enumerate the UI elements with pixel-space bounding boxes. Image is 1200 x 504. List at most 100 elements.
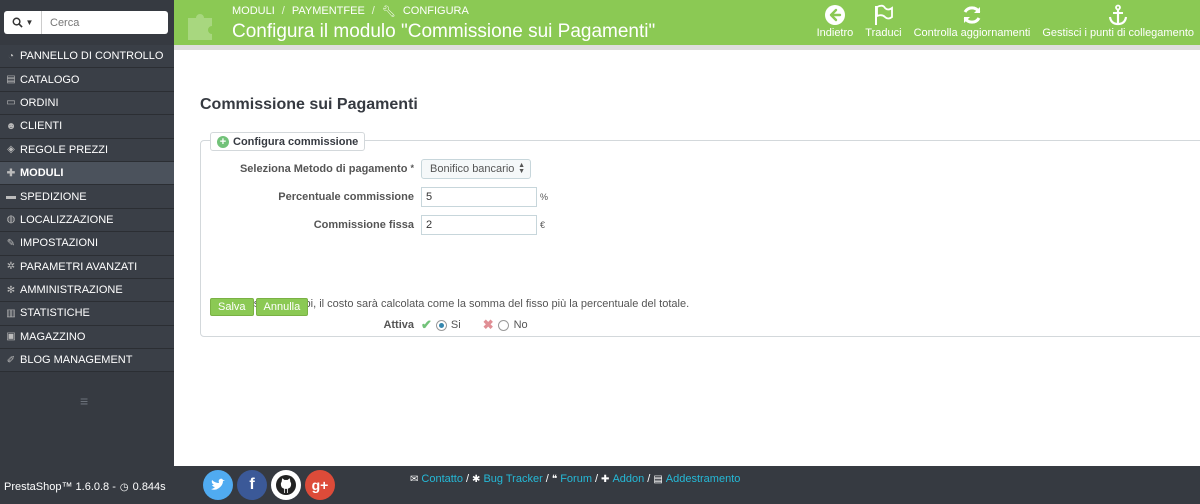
percent-fee-label: Percentuale commissione: [278, 191, 414, 203]
check-updates-button[interactable]: Controlla aggiornamenti: [908, 0, 1037, 45]
sidebar-item-label: SPEDIZIONE: [20, 190, 87, 203]
sidebar-item-parametri-avanzati[interactable]: ✲ PARAMETRI AVANZATI: [0, 255, 174, 279]
translate-button[interactable]: Traduci: [859, 0, 907, 45]
load-time: 0.844s: [132, 481, 166, 493]
breadcrumb-item-moduli[interactable]: MODULI: [232, 5, 275, 18]
refresh-icon: [963, 6, 981, 24]
cog-icon: ✻: [6, 284, 16, 296]
save-button[interactable]: Salva: [210, 298, 254, 316]
search-input[interactable]: [42, 12, 162, 33]
manage-hooks-button[interactable]: Gestisci i punti di collegamento: [1036, 0, 1200, 45]
search-icon: [12, 17, 23, 28]
bug-icon: ✱: [472, 473, 481, 485]
main-content: Commissione sui Pagamenti + Configura co…: [174, 50, 1200, 466]
back-button[interactable]: Indietro: [811, 0, 860, 45]
cancel-button[interactable]: Annulla: [255, 298, 309, 316]
bar-chart-icon: ▥: [6, 307, 16, 319]
facebook-icon[interactable]: f: [237, 470, 267, 500]
active-yes-label[interactable]: Si: [451, 319, 461, 331]
sidebar-item-label: MAGAZZINO: [20, 330, 86, 343]
sidebar-item-label: PANNELLO DI CONTROLLO: [20, 50, 164, 63]
select-arrows-icon: ▲ ▼: [518, 162, 525, 175]
footer-link-addon[interactable]: Addon: [612, 473, 644, 485]
fixed-fee-input[interactable]: [421, 215, 537, 235]
credit-card-icon: ▭: [6, 97, 16, 109]
sidebar-item-label: PARAMETRI AVANZATI: [20, 260, 138, 273]
active-no-radio[interactable]: [497, 319, 509, 331]
sidebar-item-clienti[interactable]: ☻ CLIENTI: [0, 115, 174, 139]
sidebar-item-amministrazione[interactable]: ✻ AMMINISTRAZIONE: [0, 278, 174, 303]
sidebar-item-label: LOCALIZZAZIONE: [20, 213, 114, 226]
pencil-icon: ✐: [6, 354, 16, 366]
euro-unit: €: [540, 220, 546, 230]
percent-fee-input[interactable]: [421, 187, 537, 207]
truck-icon: ▬: [6, 191, 16, 203]
breadcrumb-item-configura: CONFIGURA: [402, 5, 469, 17]
active-row: Attiva ✔ Si ✖ No: [201, 314, 1200, 336]
sidebar-item-statistiche[interactable]: ▥ STATISTICHE: [0, 302, 174, 326]
plus-circle-icon: +: [217, 135, 229, 148]
sidebar-item-impostazioni[interactable]: ✎ IMPOSTAZIONI: [0, 232, 174, 256]
footer-link-forum[interactable]: Forum: [560, 473, 592, 485]
payment-method-value: Bonifico bancario: [430, 163, 515, 175]
fixed-fee-label: Commissione fissa: [313, 219, 414, 231]
percent-fee-row: Percentuale commissione %: [201, 186, 1200, 208]
cross-icon: ✖: [482, 317, 494, 332]
sidebar-item-label: MODULI: [20, 167, 64, 180]
toolbar: Indietro Traduci Controlla aggiornamenti…: [811, 0, 1200, 45]
footer-version: PrestaShop™ 1.6.0.8 - ◷ 0.844s: [4, 481, 166, 493]
collapse-menu-icon[interactable]: ≡: [80, 393, 92, 409]
manage-hooks-button-label: Gestisci i punti di collegamento: [1042, 27, 1194, 39]
back-button-label: Indietro: [816, 27, 854, 39]
puzzle-icon: [188, 14, 212, 40]
sidebar-item-regole-prezzi[interactable]: ◈ REGOLE PREZZI: [0, 138, 174, 162]
version-text: PrestaShop™ 1.6.0.8 -: [4, 481, 116, 493]
sidebar: ▼ ◔ PANNELLO DI CONTROLLO ▤ CATALOGO ▭ ORDINI…: [0, 0, 174, 466]
sidebar-item-label: REGOLE PREZZI: [20, 143, 109, 156]
footer-link-training[interactable]: Addestramento: [666, 473, 741, 485]
flag-icon: [875, 4, 894, 25]
sidebar-item-blog-management[interactable]: ✐ BLOG MANAGEMENT: [0, 349, 174, 373]
sidebar-item-label: BLOG MANAGEMENT: [20, 354, 133, 367]
check-updates-button-label: Controlla aggiornamenti: [913, 27, 1031, 39]
active-yes-radio[interactable]: [435, 319, 447, 331]
users-icon: ☻: [5, 120, 17, 132]
sidebar-item-moduli[interactable]: ✚ MODULI: [0, 161, 174, 186]
github-icon[interactable]: [271, 470, 301, 500]
footer-link-bug-tracker[interactable]: Bug Tracker: [483, 473, 542, 485]
twitter-icon[interactable]: [203, 470, 233, 500]
envelope-icon: ✉: [410, 473, 419, 485]
form-actions: Salva Annulla: [210, 298, 309, 316]
page-header: MODULI / PAYMENTFEE / 🔧︎ CONFIGURA Confi…: [174, 0, 1200, 45]
footer-link-contact[interactable]: Contatto: [421, 473, 463, 485]
anchor-icon: [1109, 4, 1128, 26]
page-title: Configura il modulo "Commissione sui Pag…: [232, 21, 656, 42]
payment-method-select[interactable]: Bonifico bancario ▲ ▼: [421, 159, 531, 179]
sidebar-item-catalogo[interactable]: ▤ CATALOGO: [0, 68, 174, 92]
breadcrumb-item-paymentfee[interactable]: PAYMENTFEE: [292, 5, 365, 18]
sidebar-item-ordini[interactable]: ▭ ORDINI: [0, 91, 174, 116]
breadcrumb: MODULI / PAYMENTFEE / 🔧︎ CONFIGURA: [232, 5, 469, 18]
sidebar-item-label: CATALOGO: [20, 73, 80, 86]
book-icon: ▤: [653, 473, 663, 485]
sidebar-item-localizzazione[interactable]: ◍ LOCALIZZAZIONE: [0, 208, 174, 233]
wrench-icon: 🔧︎: [381, 6, 396, 18]
active-label: Attiva: [383, 319, 414, 331]
active-no-label[interactable]: No: [514, 319, 528, 331]
panel-title: Configura commissione: [233, 135, 359, 148]
sidebar-item-magazzino[interactable]: ▣ MAGAZZINO: [0, 325, 174, 350]
check-icon: ✔: [421, 317, 432, 332]
config-panel: + Configura commissione Seleziona Metodo…: [200, 132, 1200, 337]
wrench-icon: ✎: [6, 237, 16, 249]
tag-icon: ◈: [7, 144, 15, 156]
percent-unit: %: [540, 192, 549, 202]
search-type-button[interactable]: ▼: [4, 11, 42, 34]
sidebar-item-pannello-di-controllo[interactable]: ◔ PANNELLO DI CONTROLLO: [0, 45, 174, 69]
puzzle-icon: ✚: [6, 167, 16, 179]
globe-icon: ◍: [6, 214, 16, 226]
fixed-fee-row: Commissione fissa €: [201, 214, 1200, 236]
sidebar-item-spedizione[interactable]: ▬ SPEDIZIONE: [0, 185, 174, 209]
google-plus-icon[interactable]: g+: [305, 470, 335, 500]
footer-links: ✉ Contatto / ✱ Bug Tracker / ❝ Forum / ✚…: [410, 473, 741, 485]
payment-method-row: Seleziona Metodo di pagamento * Bonifico…: [201, 158, 1200, 180]
